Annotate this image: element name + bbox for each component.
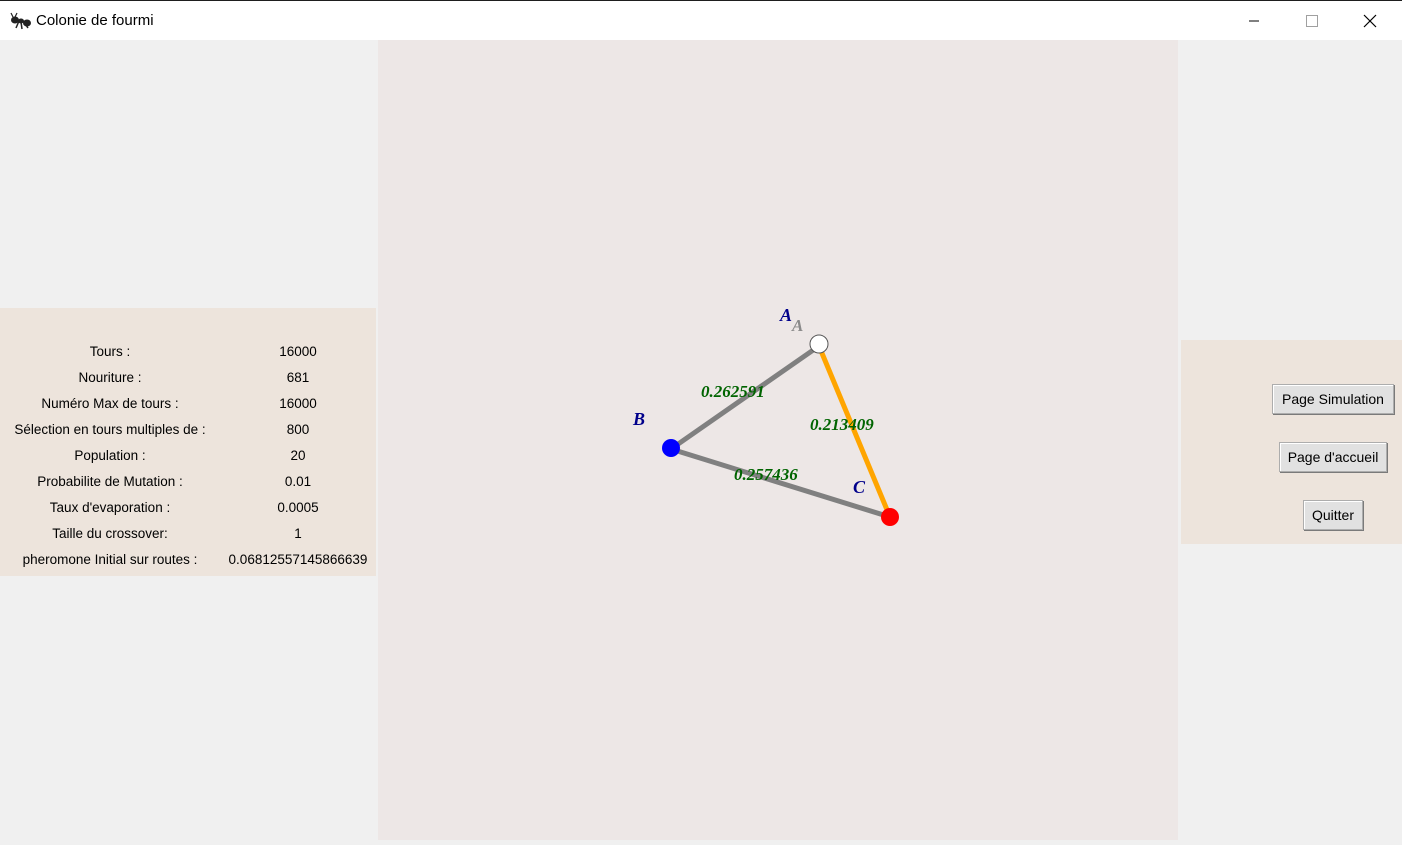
node-label-a: A [779,305,792,325]
param-label: Probabilite de Mutation : [37,474,183,489]
graph-canvas[interactable]: A A B C 0.262591 0.213409 0.257436 [378,40,1178,840]
close-icon [1363,14,1377,28]
param-value: 16000 [279,396,317,411]
param-label: Population : [74,448,146,463]
edge-weight-a-b: 0.262591 [701,382,765,401]
param-row-nouriture: Nouriture : 681 [0,366,376,392]
node-a [809,334,829,354]
param-label: Nouriture : [78,370,142,385]
param-row-mutation: Probabilite de Mutation : 0.01 [0,470,376,496]
param-row-population: Population : 20 [0,444,376,470]
node-label-b: B [632,409,645,429]
maximize-button[interactable] [1284,1,1340,41]
edge-weight-a-c: 0.213409 [810,415,874,434]
graph-svg: A A B C 0.262591 0.213409 0.257436 [632,305,899,526]
param-value: 681 [286,370,310,385]
param-value: 20 [290,448,306,463]
quitter-button[interactable]: Quitter [1303,500,1363,530]
minimize-icon [1249,20,1259,22]
page-simulation-button[interactable]: Page Simulation [1272,384,1394,414]
param-label: Numéro Max de tours : [41,396,179,411]
param-row-selection: Sélection en tours multiples de : 800 [0,418,376,444]
navigation-panel: Page Simulation Page d'accueil Quitter [1181,340,1402,544]
minimize-button[interactable] [1226,1,1282,41]
param-label: Taux d'evaporation : [49,500,171,515]
parameters-panel: Tours : 16000 Nouriture : 681 Numéro Max… [0,308,376,576]
param-label: Sélection en tours multiples de : [14,422,206,437]
window-titlebar: Colonie de fourmi [0,0,1402,40]
param-row-tours: Tours : 16000 [0,340,376,366]
param-label: pheromone Initial sur routes : [22,552,198,567]
param-row-evaporation: Taux d'evaporation : 0.0005 [0,496,376,522]
node-b [662,439,680,457]
param-value: 0.0005 [277,500,319,515]
param-row-crossover: Taille du crossover: 1 [0,522,376,548]
param-value: 1 [294,526,302,541]
maximize-icon [1306,15,1318,27]
param-label: Tours : [89,344,131,359]
node-c [881,508,899,526]
param-row-pheromone: pheromone Initial sur routes : 0.0681255… [0,548,376,574]
param-value: 0.01 [284,474,312,489]
ant-icon [10,12,32,30]
param-value: 800 [286,422,310,437]
page-accueil-button[interactable]: Page d'accueil [1279,442,1387,472]
node-label-a-marker: A [791,316,803,335]
param-value: 16000 [279,344,317,359]
param-row-max-tours: Numéro Max de tours : 16000 [0,392,376,418]
node-label-c: C [853,477,866,497]
param-label: Taille du crossover: [52,526,168,541]
window-title: Colonie de fourmi [36,12,154,29]
close-button[interactable] [1342,1,1398,41]
param-value: 0.06812557145866639 [228,552,368,567]
edge-weight-b-c: 0.257436 [734,465,798,484]
